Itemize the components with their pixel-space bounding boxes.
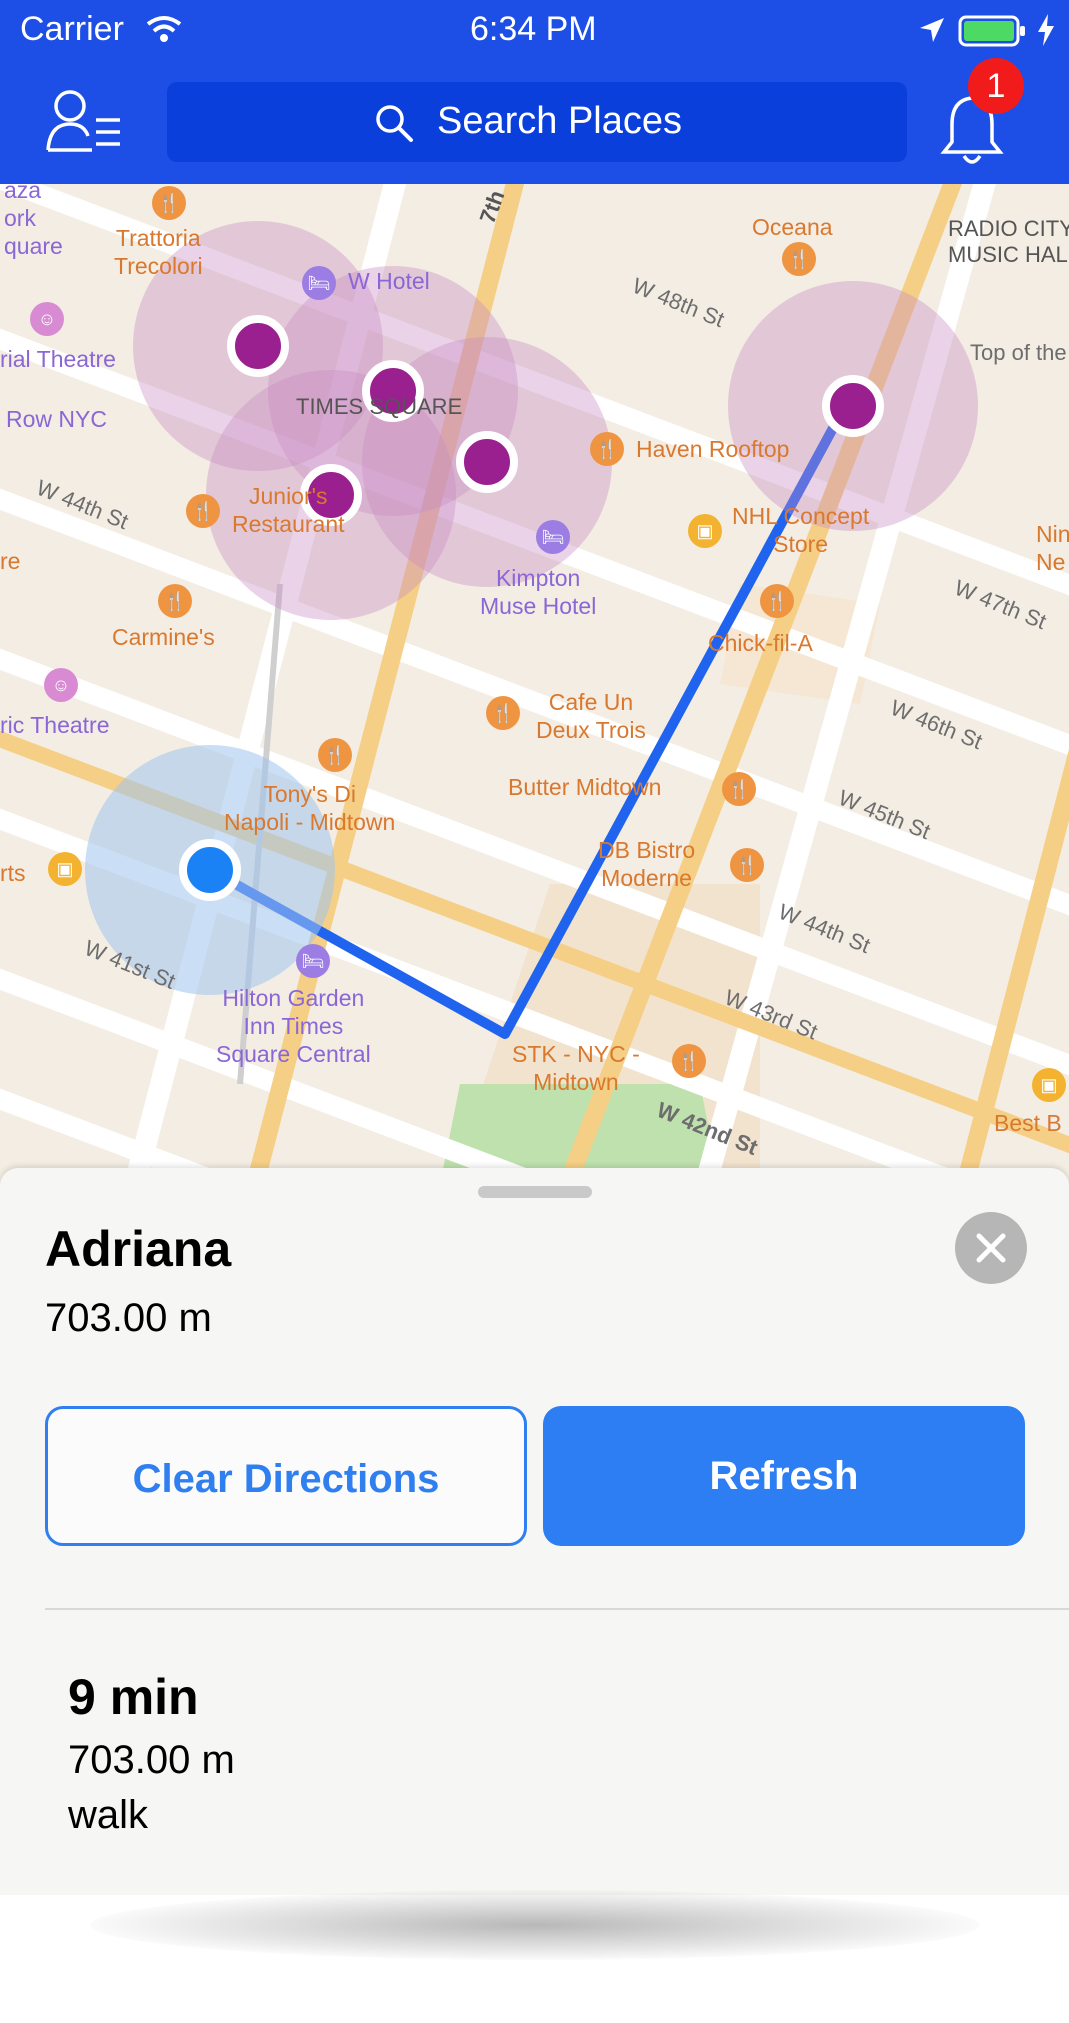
restaurant-icon[interactable]: 🍴: [158, 584, 192, 618]
map-label: ric Theatre: [0, 712, 110, 738]
hotel-icon[interactable]: 🛏: [302, 266, 336, 300]
location-arrow-icon: [920, 18, 944, 42]
map-label: aza ork quare: [4, 184, 63, 259]
restaurant-icon[interactable]: 🍴: [760, 584, 794, 618]
notification-badge: 1: [968, 58, 1024, 114]
map-label: W Hotel: [348, 268, 430, 294]
map-label: rial Theatre: [0, 346, 116, 372]
map-view[interactable]: aza ork quare Trattoria Trecolori W Hotel O…: [0, 184, 1069, 1184]
refresh-button[interactable]: Refresh: [543, 1406, 1025, 1546]
restaurant-icon[interactable]: 🍴: [318, 738, 352, 772]
battery-icon: [958, 15, 1025, 47]
search-icon: [376, 105, 413, 142]
shop-icon[interactable]: ▣: [48, 852, 82, 886]
map-label: NHL Concept Store: [732, 503, 870, 557]
phone-screen: Carrier 6:34 PM Search Places 1 aza ork …: [0, 0, 1069, 1895]
charging-bolt-icon: [1038, 14, 1054, 46]
place-pin: [227, 315, 289, 377]
map-label: Kimpton Muse Hotel: [480, 565, 597, 619]
divider: [45, 1608, 1069, 1610]
restaurant-icon[interactable]: 🍴: [782, 242, 816, 276]
map-label: RADIO CITY MUSIC HALL: [948, 216, 1069, 267]
device-shadow: [90, 1890, 980, 1960]
wifi-icon: [146, 16, 182, 42]
map-label: STK - NYC - Midtown: [512, 1041, 640, 1095]
restaurant-icon[interactable]: 🍴: [722, 772, 756, 806]
map-label: rts: [0, 860, 26, 886]
hotel-icon[interactable]: 🛏: [296, 944, 330, 978]
status-bar: Carrier 6:34 PM: [0, 0, 1069, 62]
place-pin: [456, 431, 518, 493]
close-button[interactable]: [955, 1212, 1027, 1284]
shop-icon[interactable]: ▣: [688, 514, 722, 548]
map-label: Cafe Un Deux Trois: [536, 689, 646, 743]
carrier-label: Carrier: [20, 10, 124, 48]
place-distance: 703.00 m: [45, 1296, 212, 1340]
search-bar[interactable]: Search Places: [167, 82, 907, 162]
map-label: re: [0, 548, 21, 574]
restaurant-icon[interactable]: 🍴: [152, 186, 186, 220]
place-detail-sheet: Adriana 703.00 m Clear Directions Refres…: [0, 1168, 1069, 1895]
map-label: DB Bistro Moderne: [598, 837, 696, 891]
map-label: Carmine's: [112, 624, 215, 650]
sheet-grabber[interactable]: [478, 1186, 592, 1198]
clear-directions-button[interactable]: Clear Directions: [45, 1406, 527, 1546]
restaurant-icon[interactable]: 🍴: [672, 1044, 706, 1078]
map-label: Tony's Di Napoli - Midtown: [224, 781, 396, 835]
theatre-icon[interactable]: ☺: [44, 668, 78, 702]
restaurant-icon[interactable]: 🍴: [486, 696, 520, 730]
map-label: Trattoria Trecolori: [114, 225, 203, 279]
shop-icon[interactable]: ▣: [1032, 1068, 1066, 1102]
map-label: Chick-fil-A: [708, 630, 813, 656]
eta-duration: 9 min: [68, 1669, 199, 1725]
map-canvas: [0, 184, 1069, 1184]
map-label: Junior's Restaurant: [232, 483, 345, 537]
map-label: Hilton Garden Inn Times Square Central: [216, 985, 371, 1067]
map-label: Haven Rooftop: [636, 436, 790, 462]
map-label: TIMES SQUARE: [296, 394, 463, 419]
clock: 6:34 PM: [470, 10, 597, 48]
close-icon: [976, 1233, 1006, 1263]
nav-bar: Search Places 1: [0, 58, 1069, 184]
map-label: Oceana: [752, 214, 833, 240]
theatre-icon[interactable]: ☺: [30, 302, 64, 336]
restaurant-icon[interactable]: 🍴: [590, 432, 624, 466]
search-placeholder: Search Places: [437, 100, 683, 142]
map-label: Top of the: [970, 340, 1067, 365]
eta-distance: 703.00 m: [68, 1738, 235, 1782]
user-list-icon[interactable]: [44, 84, 124, 156]
map-label: Row NYC: [6, 406, 107, 432]
user-location-dot: [179, 839, 241, 901]
restaurant-icon[interactable]: 🍴: [186, 494, 220, 528]
place-title: Adriana: [45, 1221, 232, 1277]
map-label: Best B: [994, 1110, 1062, 1136]
hotel-icon[interactable]: 🛏: [536, 520, 570, 554]
place-pin: [822, 375, 884, 437]
eta-mode: walk: [68, 1793, 149, 1837]
map-label: Butter Midtown: [508, 774, 662, 800]
map-label: Nin Ne: [1036, 521, 1069, 575]
restaurant-icon[interactable]: 🍴: [730, 848, 764, 882]
